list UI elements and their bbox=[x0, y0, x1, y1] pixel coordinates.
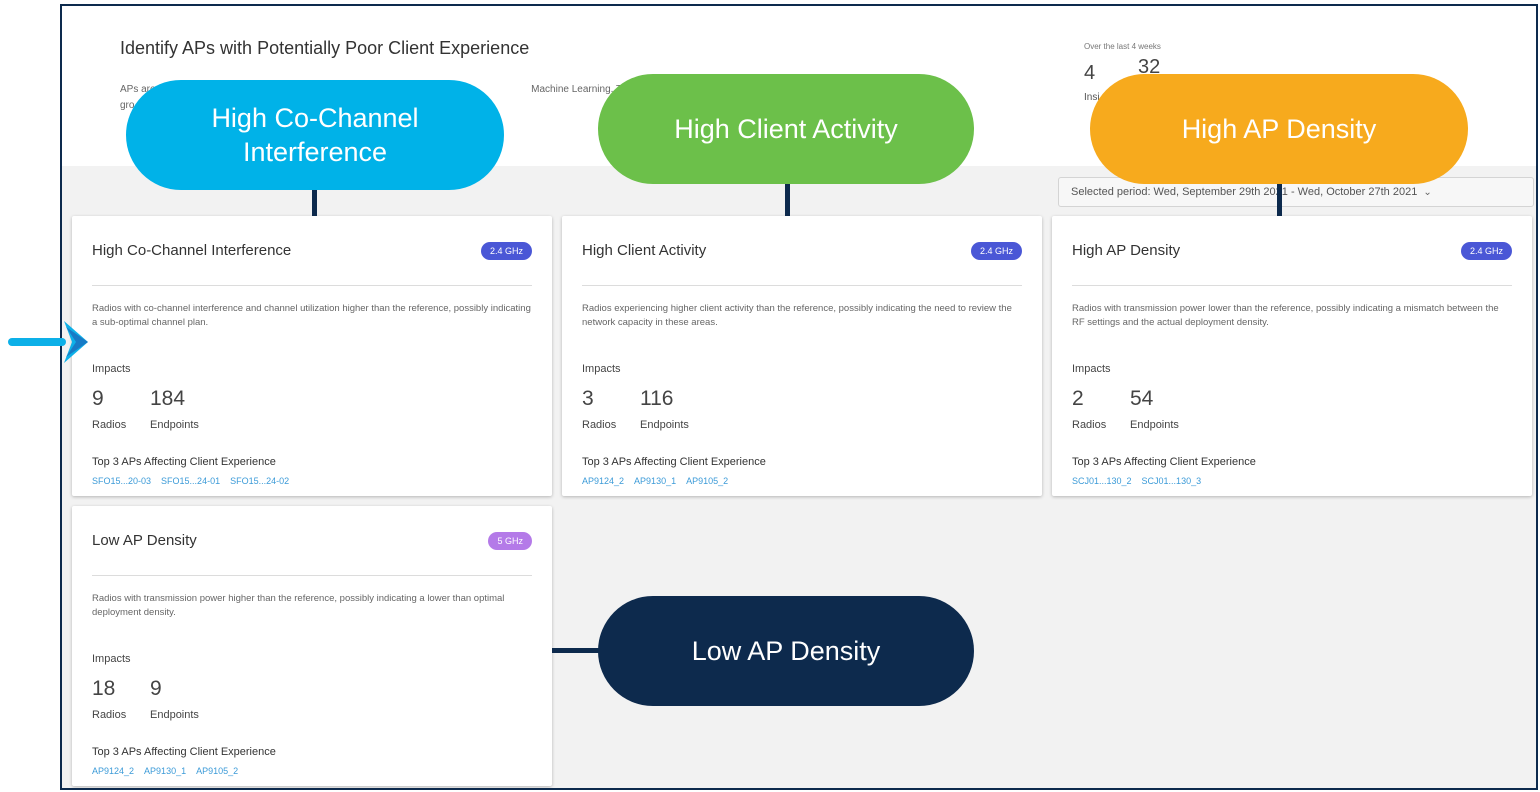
page-title: Identify APs with Potentially Poor Clien… bbox=[120, 38, 530, 58]
card-description: Radios with transmission power lower tha… bbox=[1072, 303, 1499, 328]
endpoints-label: Endpoints bbox=[150, 419, 199, 431]
endpoints-label: Endpoints bbox=[640, 419, 689, 431]
radios-label: Radios bbox=[582, 419, 617, 431]
radios-label: Radios bbox=[92, 709, 127, 721]
arrow-right-icon bbox=[8, 321, 88, 363]
endpoints-count: 54 bbox=[1130, 387, 1154, 410]
card-title: Low AP Density bbox=[92, 532, 197, 549]
radios-label: Radios bbox=[92, 419, 127, 431]
card-description: Radios with transmission power higher th… bbox=[92, 593, 505, 618]
endpoints-count: 9 bbox=[150, 677, 162, 700]
period-label: Over the last 4 weeks bbox=[1084, 42, 1161, 51]
chevron-down-icon: ⌄ bbox=[1423, 186, 1432, 198]
impacts-label: Impacts bbox=[92, 653, 131, 665]
insight-card-high-ap-density[interactable]: High AP Density 2.4 GHz Radios with tran… bbox=[1052, 216, 1532, 496]
ap-link[interactable]: AP9130_1 bbox=[634, 476, 676, 486]
ap-link[interactable]: AP9130_1 bbox=[144, 766, 186, 776]
ap-link[interactable]: AP9124_2 bbox=[582, 476, 624, 486]
radios-count: 9 bbox=[92, 387, 104, 410]
ap-link[interactable]: SCJ01...130_3 bbox=[1142, 476, 1202, 486]
top-aps-list: SFO15...20-03 SFO15...24-01 SFO15...24-02 bbox=[92, 476, 299, 486]
divider bbox=[582, 285, 1022, 286]
radios-count: 2 bbox=[1072, 387, 1084, 410]
callout-label: Low AP Density bbox=[691, 636, 881, 666]
endpoints-label: Endpoints bbox=[1130, 419, 1179, 431]
annotated-screenshot: Identify APs with Potentially Poor Clien… bbox=[0, 0, 1540, 792]
insights-count: 4 bbox=[1084, 62, 1096, 84]
card-title: High Co-Channel Interference bbox=[92, 242, 292, 259]
radios-label: Radios bbox=[1072, 419, 1107, 431]
callout-high-client-activity: High Client Activity bbox=[598, 74, 974, 184]
callout-high-co-channel-interference: High Co-Channel Interference bbox=[126, 80, 504, 190]
top-aps-list: AP9124_2 AP9130_1 AP9105_2 bbox=[582, 476, 738, 486]
top-aps-list: AP9124_2 AP9130_1 AP9105_2 bbox=[92, 766, 248, 776]
ap-link[interactable]: SFO15...24-01 bbox=[161, 476, 220, 486]
ap-link[interactable]: SFO15...20-03 bbox=[92, 476, 151, 486]
divider bbox=[1072, 285, 1512, 286]
endpoints-label: Endpoints bbox=[150, 709, 199, 721]
card-title: High AP Density bbox=[1072, 242, 1181, 259]
impacts-label: Impacts bbox=[1072, 363, 1111, 375]
band-badge: 2.4 GHz bbox=[970, 242, 1022, 260]
card-description: Radios experiencing higher client activi… bbox=[582, 303, 1012, 328]
insight-card-high-client-activity[interactable]: High Client Activity 2.4 GHz Radios expe… bbox=[562, 216, 1042, 496]
impacts-label: Impacts bbox=[92, 363, 131, 375]
band-badge: 5 GHz bbox=[488, 532, 532, 550]
callout-label: High AP Density bbox=[1181, 114, 1377, 144]
insight-card-high-co-channel-interference[interactable]: High Co-Channel Interference 2.4 GHz Rad… bbox=[72, 216, 552, 496]
divider bbox=[92, 575, 532, 576]
card-title: High Client Activity bbox=[582, 242, 707, 259]
band-badge: 2.4 GHz bbox=[1460, 242, 1512, 260]
top-aps-heading: Top 3 APs Affecting Client Experience bbox=[582, 456, 766, 468]
callout-low-ap-density: Low AP Density bbox=[598, 596, 974, 706]
endpoints-count: 116 bbox=[640, 387, 674, 410]
band-badge: 2.4 GHz bbox=[480, 242, 532, 260]
callout-label: High Co-Channel Interference bbox=[211, 103, 419, 167]
insight-card-low-ap-density[interactable]: Low AP Density 5 GHz Radios with transmi… bbox=[72, 506, 552, 786]
card-description: Radios with co-channel interference and … bbox=[92, 303, 531, 328]
top-aps-heading: Top 3 APs Affecting Client Experience bbox=[1072, 456, 1256, 468]
radios-count: 18 bbox=[92, 677, 116, 700]
top-aps-heading: Top 3 APs Affecting Client Experience bbox=[92, 746, 276, 758]
radios-count: 3 bbox=[582, 387, 594, 410]
period-selector-label: Selected period: Wed, September 29th 202… bbox=[1071, 186, 1418, 198]
impacts-label: Impacts bbox=[582, 363, 621, 375]
ap-link[interactable]: AP9124_2 bbox=[92, 766, 134, 776]
ap-link[interactable]: SFO15...24-02 bbox=[230, 476, 289, 486]
ap-link[interactable]: AP9105_2 bbox=[686, 476, 728, 486]
ap-link[interactable]: AP9105_2 bbox=[196, 766, 238, 776]
callout-label: High Client Activity bbox=[674, 114, 898, 144]
ap-link[interactable]: SCJ01...130_2 bbox=[1072, 476, 1132, 486]
top-aps-list: SCJ01...130_2 SCJ01...130_3 bbox=[1072, 476, 1211, 486]
top-aps-heading: Top 3 APs Affecting Client Experience bbox=[92, 456, 276, 468]
endpoints-count: 184 bbox=[150, 387, 186, 410]
callout-high-ap-density: High AP Density bbox=[1090, 74, 1468, 184]
divider bbox=[92, 285, 532, 286]
